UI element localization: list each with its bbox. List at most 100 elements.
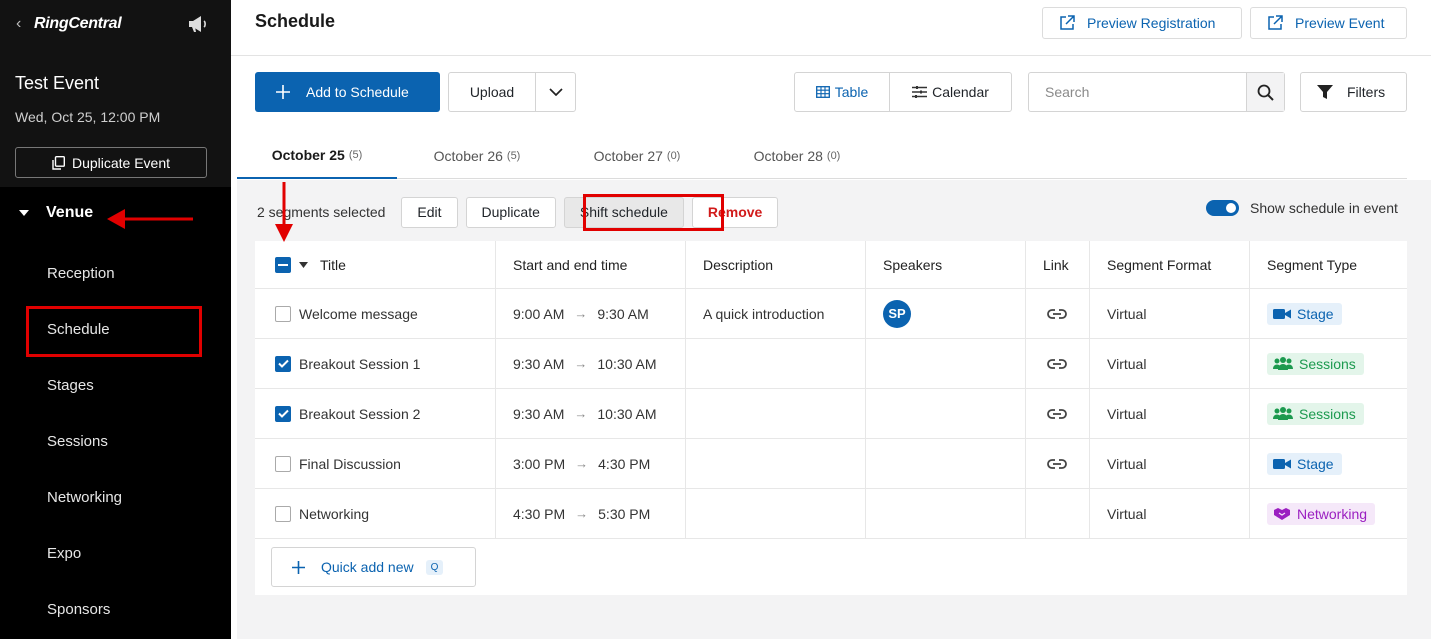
table-view-button[interactable]: Table (795, 73, 890, 111)
filter-icon (1317, 84, 1333, 100)
start-time: 9:30 AM (513, 355, 565, 372)
link-icon[interactable] (1047, 408, 1067, 420)
sidebar-item-sessions[interactable]: Sessions (47, 431, 108, 453)
tab-label: October 26 (433, 147, 503, 164)
quick-add-button[interactable]: Quick add new Q (271, 547, 476, 587)
main-content: Add to Schedule Upload Table Calendar Fi… (231, 56, 1431, 639)
link-icon[interactable] (1047, 358, 1067, 370)
keyboard-shortcut-badge: Q (425, 559, 444, 575)
row-checkbox[interactable] (275, 505, 291, 522)
plus-icon (292, 560, 305, 574)
show-schedule-label: Show schedule in event (1250, 200, 1398, 216)
time-cell: 4:30 PM → 5:30 PM (496, 489, 686, 538)
table-row[interactable]: Breakout Session 2 9:30 AM → 10:30 AM Virt… (255, 389, 1407, 439)
select-all-checkbox[interactable] (275, 256, 291, 273)
segment-title: Final Discussion (299, 455, 401, 472)
avatar[interactable]: SP (883, 299, 911, 328)
calendar-view-button[interactable]: Calendar (890, 73, 1011, 111)
event-title: Test Event (15, 73, 100, 93)
sidebar-item-networking[interactable]: Networking (47, 487, 122, 509)
show-schedule-toggle[interactable] (1206, 200, 1239, 216)
selection-bar: 2 segments selected Edit Duplicate Shift… (257, 196, 786, 228)
table-row[interactable]: Networking 4:30 PM → 5:30 PM Virtual Netwo… (255, 489, 1407, 539)
tab-october-27[interactable]: October 27 (0) (557, 132, 717, 179)
description-cell (686, 339, 866, 388)
end-time: 5:30 PM (598, 505, 651, 522)
segment-title: Welcome message (299, 305, 418, 322)
sidebar-item-reception[interactable]: Reception (47, 263, 115, 285)
plus-icon (276, 85, 290, 99)
sidebar: ‹ RingCentral Test Event Wed, Oct 25, 12… (0, 0, 231, 639)
sidebar-item-stages[interactable]: Stages (47, 375, 94, 397)
upload-dropdown-button[interactable] (536, 73, 575, 111)
tab-label: October 28 (753, 147, 823, 164)
segment-type-label: Stage (1297, 455, 1334, 472)
title-cell: Welcome message (255, 289, 496, 338)
link-icon[interactable] (1047, 308, 1067, 320)
title-cell: Breakout Session 2 (255, 389, 496, 438)
end-time: 9:30 AM (597, 305, 649, 322)
duplicate-button[interactable]: Duplicate (465, 196, 556, 228)
link-cell (1026, 339, 1090, 388)
start-time: 9:30 AM (513, 405, 565, 422)
link-icon[interactable] (1047, 458, 1067, 470)
chevron-left-icon[interactable]: ‹ (16, 15, 30, 33)
segment-title: Networking (299, 505, 370, 522)
arrow-right-icon: → (575, 456, 589, 471)
select-menu-caret-icon[interactable] (299, 261, 308, 268)
search-input[interactable] (1029, 73, 1246, 111)
arrow-right-icon: → (574, 306, 588, 321)
segment-type-badge: Stage (1267, 452, 1342, 475)
preview-event-button[interactable]: Preview Event (1250, 7, 1407, 39)
table-view-label: Table (834, 84, 869, 100)
video-camera-icon (1273, 458, 1291, 470)
row-checkbox[interactable] (275, 305, 291, 322)
tab-october-28[interactable]: October 28 (0) (717, 132, 877, 179)
format-cell: Virtual (1090, 339, 1250, 388)
add-to-schedule-button[interactable]: Add to Schedule (255, 72, 440, 112)
format-cell: Virtual (1090, 439, 1250, 488)
column-description: Description (686, 241, 866, 288)
row-checkbox[interactable] (275, 355, 291, 372)
time-cell: 9:30 AM → 10:30 AM (496, 389, 686, 438)
sidebar-item-expo[interactable]: Expo (47, 543, 81, 565)
calendar-icon (912, 86, 928, 98)
preview-event-label: Preview Event (1295, 15, 1385, 31)
segment-type-label: Sessions (1299, 405, 1356, 422)
type-cell: Networking (1250, 489, 1407, 538)
megaphone-icon[interactable] (187, 15, 209, 33)
remove-button[interactable]: Remove (691, 196, 779, 228)
shift-schedule-button[interactable]: Shift schedule (563, 196, 684, 228)
video-camera-icon (1273, 308, 1291, 320)
end-time: 4:30 PM (598, 455, 651, 472)
sidebar-item-sponsors[interactable]: Sponsors (47, 599, 110, 621)
chevron-down-icon (548, 88, 563, 96)
tab-label: October 27 (593, 147, 663, 164)
filters-label: Filters (1347, 84, 1386, 100)
link-cell (1026, 489, 1090, 538)
table-row[interactable]: Welcome message 9:00 AM → 9:30 AM A quick … (255, 289, 1407, 339)
sidebar-item-schedule[interactable]: Schedule (47, 319, 110, 341)
row-checkbox[interactable] (275, 405, 291, 422)
preview-registration-button[interactable]: Preview Registration (1042, 7, 1242, 39)
filters-button[interactable]: Filters (1300, 72, 1407, 112)
table-row[interactable]: Breakout Session 1 9:30 AM → 10:30 AM Virt… (255, 339, 1407, 389)
row-checkbox[interactable] (275, 455, 291, 472)
duplicate-event-button[interactable]: Duplicate Event (15, 147, 207, 178)
preview-registration-label: Preview Registration (1087, 15, 1216, 31)
arrow-right-icon: → (574, 356, 588, 371)
upload-split-button: Upload (448, 72, 576, 112)
edit-button[interactable]: Edit (401, 196, 458, 228)
schedule-table: Title Start and end time Description Spe… (255, 241, 1407, 595)
arrow-right-icon: → (575, 506, 589, 521)
end-time: 10:30 AM (597, 405, 657, 422)
upload-button[interactable]: Upload (449, 73, 536, 111)
tab-october-25[interactable]: October 25 (5) (237, 132, 397, 179)
tab-october-26[interactable]: October 26 (5) (397, 132, 557, 179)
header-title-cell: Title (255, 241, 496, 288)
search-button[interactable] (1246, 73, 1284, 111)
arrow-right-icon: → (574, 406, 588, 421)
sidebar-section-venue[interactable]: Venue (18, 204, 93, 222)
column-time: Start and end time (496, 241, 686, 288)
table-row[interactable]: Final Discussion 3:00 PM → 4:30 PM Virtual… (255, 439, 1407, 489)
